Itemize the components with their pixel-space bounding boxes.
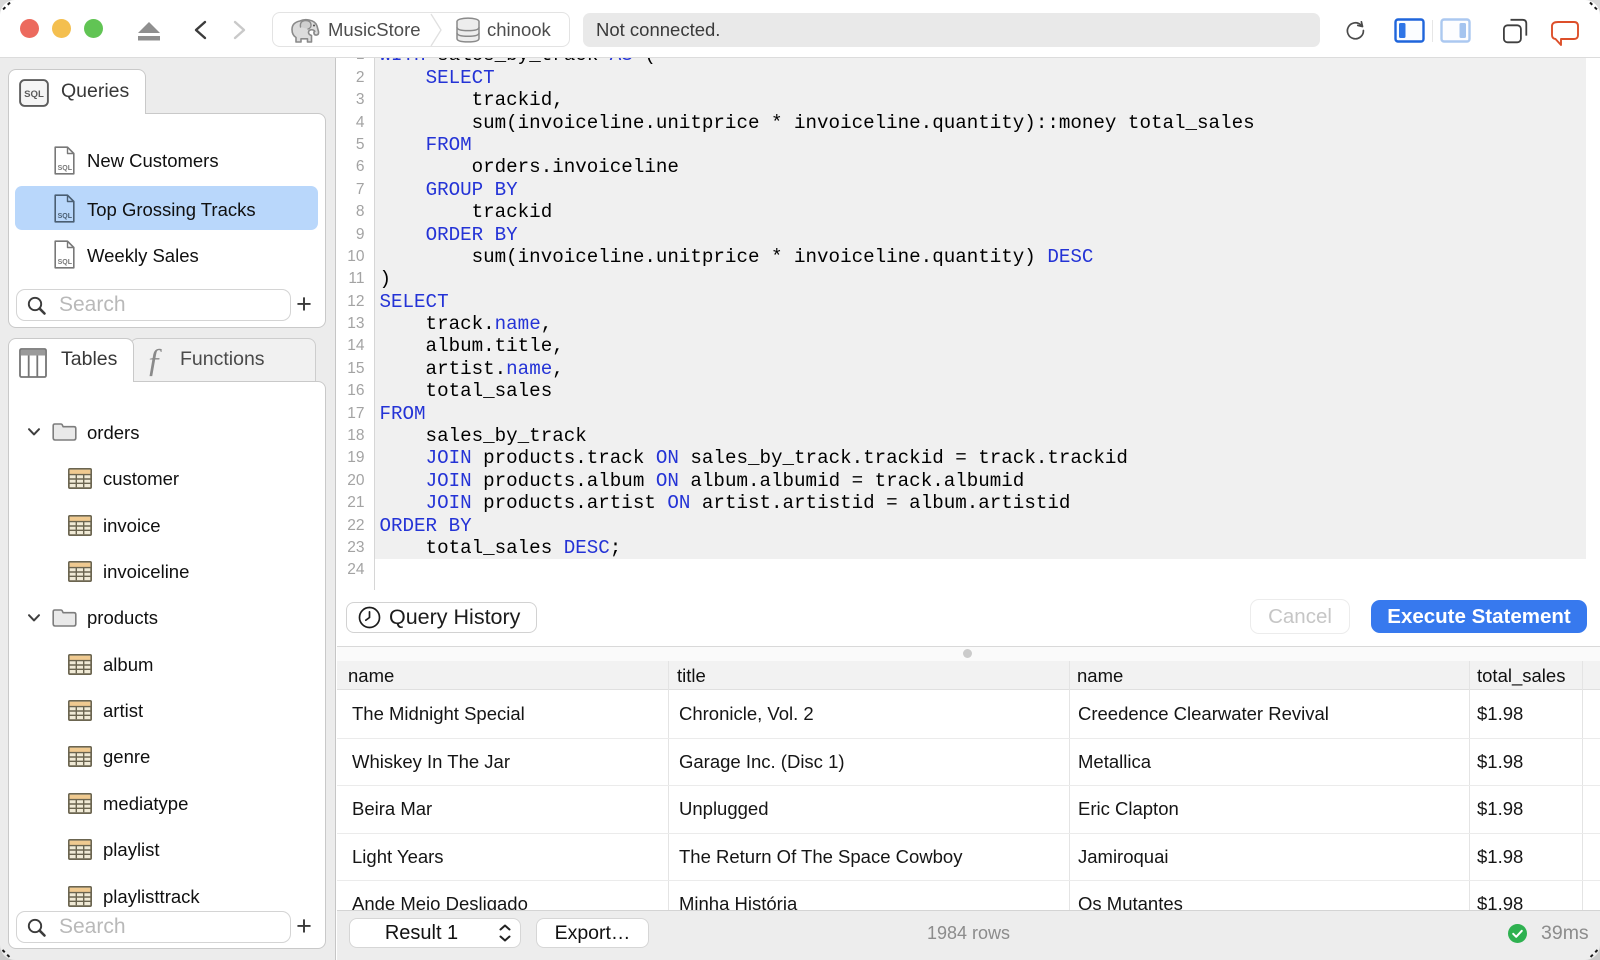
svg-text:SQL: SQL xyxy=(58,165,73,172)
svg-text:SQL: SQL xyxy=(58,259,73,266)
svg-text:SQL: SQL xyxy=(58,213,73,220)
svg-text:SQL: SQL xyxy=(24,89,44,100)
